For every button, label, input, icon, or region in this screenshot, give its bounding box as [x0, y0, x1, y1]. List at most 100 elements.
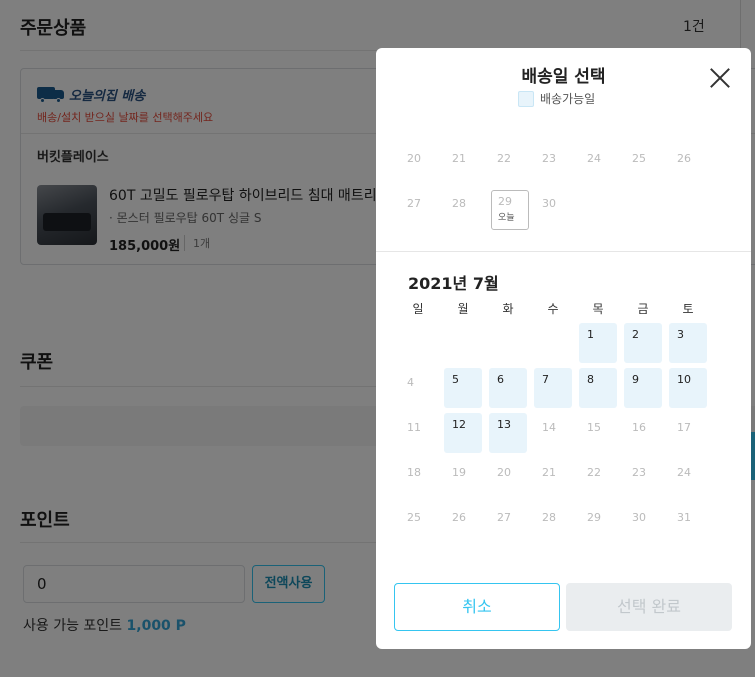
day-number: 10 — [677, 373, 691, 386]
calendar-day: 23 — [624, 461, 662, 501]
day-number: 21 — [542, 466, 556, 479]
day-number: 5 — [452, 373, 459, 386]
day-number: 2 — [632, 328, 639, 341]
calendar-day: 21 — [534, 461, 572, 501]
calendar-day: 23 — [534, 147, 572, 187]
day-number: 28 — [542, 511, 556, 524]
weekday-label: 금 — [637, 302, 649, 316]
day-number: 13 — [497, 418, 511, 431]
day-number: 9 — [632, 373, 639, 386]
calendar-day: 27 — [399, 192, 437, 232]
day-number: 22 — [497, 152, 511, 165]
weekday-label: 목 — [592, 302, 604, 316]
weekday-label: 일 — [412, 302, 424, 316]
calendar-day: 28 — [444, 192, 482, 232]
day-number: 20 — [407, 152, 421, 165]
day-number: 30 — [632, 511, 646, 524]
calendar-day: 14 — [534, 416, 572, 456]
day-number: 15 — [587, 421, 601, 434]
day-number: 19 — [452, 466, 466, 479]
legend: 배송가능일 — [518, 90, 595, 107]
modal-title: 배송일 선택 — [521, 67, 606, 87]
calendar-day: 22 — [579, 461, 617, 501]
day-number: 31 — [677, 511, 691, 524]
day-number: 1 — [587, 328, 594, 341]
calendar-day: 31 — [669, 506, 707, 546]
day-number: 22 — [587, 466, 601, 479]
day-number: 23 — [632, 466, 646, 479]
day-number: 11 — [407, 421, 421, 434]
delivery-date-modal: 배송일 선택 배송가능일 2021년 7월 취소 선택 완료 20 21 22 23 2… — [376, 48, 751, 649]
day-number: 23 — [542, 152, 556, 165]
calendar-day: 15 — [579, 416, 617, 456]
day-number: 24 — [587, 152, 601, 165]
close-icon[interactable] — [708, 66, 732, 90]
calendar-day: 24 — [669, 461, 707, 501]
calendar-day-available[interactable]: 1 — [579, 323, 617, 363]
day-number: 8 — [587, 373, 594, 386]
calendar-day-available[interactable]: 9 — [624, 368, 662, 408]
calendar-day: 20 — [489, 461, 527, 501]
calendar-day: 27 — [489, 506, 527, 546]
day-number: 29 — [587, 511, 601, 524]
weekday-label: 화 — [502, 302, 514, 316]
weekday-label: 토 — [682, 302, 694, 316]
weekday-label: 월 — [457, 302, 469, 316]
confirm-button[interactable]: 선택 완료 — [566, 583, 732, 631]
today-label: 오늘 — [498, 213, 515, 223]
calendar-day: 26 — [444, 506, 482, 546]
calendar-day-available[interactable]: 6 — [489, 368, 527, 408]
calendar-day: 29 — [579, 506, 617, 546]
day-number: 4 — [407, 376, 414, 389]
day-number: 25 — [632, 152, 646, 165]
day-number: 27 — [497, 511, 511, 524]
day-number: 27 — [407, 197, 421, 210]
calendar-day: 30 — [624, 506, 662, 546]
calendar-day: 16 — [624, 416, 662, 456]
calendar-day-available[interactable]: 2 — [624, 323, 662, 363]
calendar-day: 11 — [399, 416, 437, 456]
calendar-day: 18 — [399, 461, 437, 501]
calendar-day: 24 — [579, 147, 617, 187]
calendar-day: 26 — [669, 147, 707, 187]
calendar-day-available[interactable]: 5 — [444, 368, 482, 408]
day-number: 29 — [498, 195, 512, 208]
day-number: 28 — [452, 197, 466, 210]
calendar-day: 22 — [489, 147, 527, 187]
day-number: 18 — [407, 466, 421, 479]
month-label: 2021년 7월 — [408, 274, 499, 293]
calendar-day-available[interactable]: 13 — [489, 413, 527, 453]
available-swatch — [518, 90, 534, 107]
divider — [376, 251, 751, 252]
calendar-day: 21 — [444, 147, 482, 187]
calendar-day-available[interactable]: 10 — [669, 368, 707, 408]
calendar-day: 20 — [399, 147, 437, 187]
calendar-day: 19 — [444, 461, 482, 501]
legend-label: 배송가능일 — [540, 92, 596, 106]
calendar-day: 4 — [399, 371, 437, 411]
day-number: 25 — [407, 511, 421, 524]
day-number: 7 — [542, 373, 549, 386]
day-number: 17 — [677, 421, 691, 434]
calendar-day: 28 — [534, 506, 572, 546]
day-number: 12 — [452, 418, 466, 431]
day-number: 21 — [452, 152, 466, 165]
calendar-day-today: 29 오늘 — [491, 190, 529, 230]
day-number: 26 — [452, 511, 466, 524]
calendar-day: 25 — [624, 147, 662, 187]
day-number: 30 — [542, 197, 556, 210]
calendar-day-available[interactable]: 12 — [444, 413, 482, 453]
day-number: 20 — [497, 466, 511, 479]
day-number: 26 — [677, 152, 691, 165]
calendar-day-available[interactable]: 7 — [534, 368, 572, 408]
day-number: 3 — [677, 328, 684, 341]
calendar-day-available[interactable]: 3 — [669, 323, 707, 363]
day-number: 16 — [632, 421, 646, 434]
weekday-label: 수 — [547, 302, 559, 316]
day-number: 6 — [497, 373, 504, 386]
calendar-day: 17 — [669, 416, 707, 456]
cancel-button[interactable]: 취소 — [394, 583, 560, 631]
day-number: 24 — [677, 466, 691, 479]
calendar-day: 30 — [534, 192, 572, 232]
calendar-day-available[interactable]: 8 — [579, 368, 617, 408]
